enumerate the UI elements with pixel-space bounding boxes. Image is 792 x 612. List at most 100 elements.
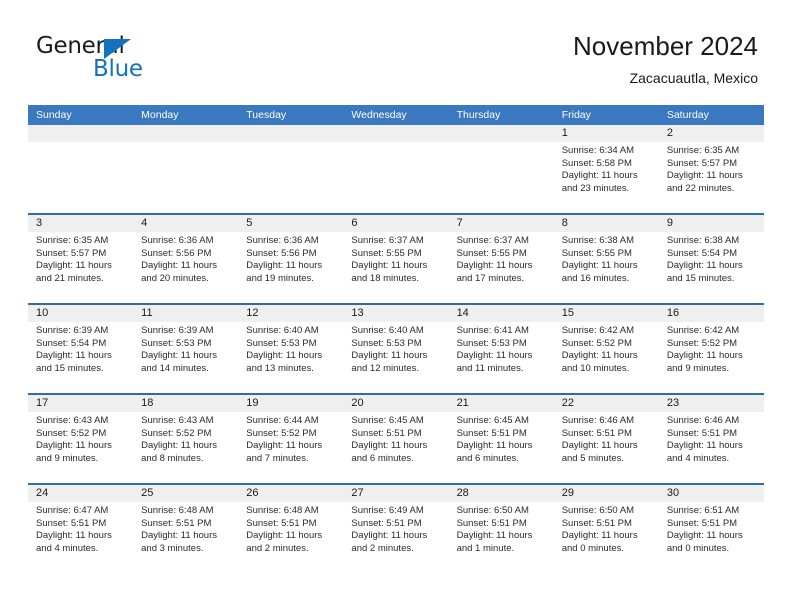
day-cell[interactable]: 14 Sunrise: 6:41 AM Sunset: 5:53 PM Dayligh…: [449, 305, 554, 393]
day-cell[interactable]: 11 Sunrise: 6:39 AM Sunset: 5:53 PM Dayligh…: [133, 305, 238, 393]
day-cell[interactable]: 23 Sunrise: 6:46 AM Sunset: 5:51 PM Dayligh…: [659, 395, 764, 483]
day-cell[interactable]: 7 Sunrise: 6:37 AM Sunset: 5:55 PM Daylight…: [449, 215, 554, 303]
day-cell[interactable]: 28 Sunrise: 6:50 AM Sunset: 5:51 PM Dayligh…: [449, 485, 554, 573]
daylight-text: Daylight: 11 hours: [561, 170, 638, 182]
day-details: Sunrise: 6:38 AM Sunset: 5:55 PM Daylight:…: [562, 235, 651, 285]
day-number: 2: [666, 127, 673, 139]
day-details: Sunrise: 6:35 AM Sunset: 5:57 PM Daylight:…: [667, 145, 756, 195]
day-cell[interactable]: 30 Sunrise: 6:51 AM Sunset: 5:51 PM Dayligh…: [659, 485, 764, 573]
daylight-text: Daylight: 11 hours: [666, 530, 743, 542]
day-details: Sunrise: 6:37 AM Sunset: 5:55 PM Daylight:…: [351, 235, 440, 285]
page-title: November 2024: [573, 31, 758, 61]
day-cell[interactable]: 4 Sunrise: 6:36 AM Sunset: 5:56 PM Daylight…: [133, 215, 238, 303]
sunrise-text: Sunrise: 6:50 AM: [456, 505, 529, 516]
day-cell[interactable]: 6 Sunrise: 6:37 AM Sunset: 5:55 PM Daylight…: [343, 215, 448, 303]
daylight-text-cont: and 12 minutes.: [351, 362, 420, 374]
day-cell-empty: [28, 125, 133, 213]
daylight-text-cont: and 5 minutes.: [561, 452, 625, 464]
day-cell[interactable]: 29 Sunrise: 6:50 AM Sunset: 5:51 PM Dayligh…: [554, 485, 659, 573]
day-cell[interactable]: 21 Sunrise: 6:45 AM Sunset: 5:51 PM Dayligh…: [449, 395, 554, 483]
day-details: Sunrise: 6:40 AM Sunset: 5:53 PM Daylight:…: [246, 325, 335, 375]
sunrise-text: Sunrise: 6:38 AM: [561, 235, 635, 246]
sunrise-text: Sunrise: 6:40 AM: [246, 325, 319, 336]
sunset-text: Sunset: 5:51 PM: [141, 517, 212, 529]
sunset-text: Sunset: 5:51 PM: [351, 427, 422, 439]
day-details: Sunrise: 6:46 AM Sunset: 5:51 PM Daylight:…: [667, 415, 756, 465]
calendar-page: General Blue November 2024 Zacacuautla, …: [0, 0, 792, 612]
sunrise-text: Sunrise: 6:46 AM: [561, 415, 635, 426]
day-cell[interactable]: 15 Sunrise: 6:42 AM Sunset: 5:52 PM Dayligh…: [554, 305, 659, 393]
calendar-week-row: 17 Sunrise: 6:43 AM Sunset: 5:52 PM Dayligh…: [28, 393, 764, 483]
daylight-text-cont: and 1 minute.: [456, 542, 515, 554]
sunrise-text: Sunrise: 6:38 AM: [666, 235, 740, 246]
daylight-text-cont: and 22 minutes.: [666, 182, 735, 194]
day-cell[interactable]: 8 Sunrise: 6:38 AM Sunset: 5:55 PM Daylight…: [554, 215, 659, 303]
day-cell[interactable]: 20 Sunrise: 6:45 AM Sunset: 5:51 PM Dayligh…: [343, 395, 448, 483]
day-cell[interactable]: 5 Sunrise: 6:36 AM Sunset: 5:56 PM Daylight…: [238, 215, 343, 303]
sunset-text: Sunset: 5:51 PM: [246, 517, 317, 529]
sunset-text: Sunset: 5:51 PM: [666, 517, 738, 529]
daylight-text: Daylight: 11 hours: [666, 440, 743, 452]
day-cell[interactable]: 19 Sunrise: 6:44 AM Sunset: 5:52 PM Dayligh…: [238, 395, 343, 483]
day-cell[interactable]: 26 Sunrise: 6:48 AM Sunset: 5:51 PM Dayligh…: [238, 485, 343, 573]
weekday-header-sunday: Sunday: [36, 109, 72, 121]
daylight-text-cont: and 15 minutes.: [36, 362, 104, 374]
sunrise-text: Sunrise: 6:43 AM: [36, 415, 109, 426]
daylight-text-cont: and 4 minutes.: [36, 542, 99, 554]
calendar-week-row: 1 Sunrise: 6:34 AM Sunset: 5:58 PM Daylight…: [28, 125, 764, 213]
day-number: 24: [36, 487, 49, 499]
daylight-text: Daylight: 11 hours: [456, 530, 533, 542]
sunset-text: Sunset: 5:56 PM: [141, 247, 212, 259]
day-details: Sunrise: 6:44 AM Sunset: 5:52 PM Daylight:…: [246, 415, 335, 465]
day-cell[interactable]: 25 Sunrise: 6:48 AM Sunset: 5:51 PM Dayligh…: [133, 485, 238, 573]
page-header: General Blue November 2024 Zacacuautla, …: [0, 0, 792, 100]
day-number: 3: [36, 217, 43, 229]
sunrise-text: Sunrise: 6:44 AM: [246, 415, 319, 426]
sunset-text: Sunset: 5:51 PM: [666, 427, 738, 439]
day-cell[interactable]: 13 Sunrise: 6:40 AM Sunset: 5:53 PM Dayligh…: [343, 305, 448, 393]
day-number: 23: [666, 397, 680, 409]
day-number: 16: [666, 307, 680, 319]
day-cell[interactable]: 22 Sunrise: 6:46 AM Sunset: 5:51 PM Dayligh…: [554, 395, 659, 483]
day-cell[interactable]: 18 Sunrise: 6:43 AM Sunset: 5:52 PM Dayligh…: [133, 395, 238, 483]
sunset-text: Sunset: 5:54 PM: [36, 337, 107, 349]
logo-general-blue[interactable]: General Blue: [36, 33, 236, 85]
daylight-text-cont: and 9 minutes.: [36, 452, 99, 464]
sunrise-text: Sunrise: 6:49 AM: [351, 505, 424, 516]
day-cell[interactable]: 9 Sunrise: 6:38 AM Sunset: 5:54 PM Daylight…: [659, 215, 764, 303]
calendar-week-row: 10 Sunrise: 6:39 AM Sunset: 5:54 PM Dayligh…: [28, 303, 764, 393]
sunset-text: Sunset: 5:51 PM: [351, 517, 422, 529]
daylight-text-cont: and 13 minutes.: [246, 362, 314, 374]
sunrise-text: Sunrise: 6:35 AM: [36, 235, 109, 246]
sunset-text: Sunset: 5:52 PM: [666, 337, 738, 349]
daylight-text: Daylight: 11 hours: [456, 260, 533, 272]
day-cell[interactable]: 1 Sunrise: 6:34 AM Sunset: 5:58 PM Daylight…: [554, 125, 659, 213]
day-cell[interactable]: 27 Sunrise: 6:49 AM Sunset: 5:51 PM Dayligh…: [343, 485, 448, 573]
page-subtitle: Zacacuautla, Mexico: [629, 70, 758, 86]
day-cell[interactable]: 3 Sunrise: 6:35 AM Sunset: 5:57 PM Daylight…: [28, 215, 133, 303]
day-cell[interactable]: 12 Sunrise: 6:40 AM Sunset: 5:53 PM Dayligh…: [238, 305, 343, 393]
sunset-text: Sunset: 5:53 PM: [456, 337, 527, 349]
week-cells: 3 Sunrise: 6:35 AM Sunset: 5:57 PM Daylight…: [28, 215, 764, 303]
sunset-text: Sunset: 5:52 PM: [561, 337, 632, 349]
daylight-text-cont: and 23 minutes.: [561, 182, 630, 194]
sunrise-text: Sunrise: 6:48 AM: [246, 505, 319, 516]
day-cell[interactable]: 10 Sunrise: 6:39 AM Sunset: 5:54 PM Dayligh…: [28, 305, 133, 393]
sunrise-text: Sunrise: 6:47 AM: [36, 505, 109, 516]
day-details: Sunrise: 6:42 AM Sunset: 5:52 PM Daylight:…: [562, 325, 651, 375]
sunrise-text: Sunrise: 6:35 AM: [666, 145, 740, 156]
day-details: Sunrise: 6:38 AM Sunset: 5:54 PM Daylight:…: [667, 235, 756, 285]
day-cell[interactable]: 17 Sunrise: 6:43 AM Sunset: 5:52 PM Dayligh…: [28, 395, 133, 483]
daylight-text-cont: and 18 minutes.: [351, 272, 420, 284]
daylight-text: Daylight: 11 hours: [141, 440, 218, 452]
sunrise-text: Sunrise: 6:48 AM: [141, 505, 214, 516]
daylight-text-cont: and 2 minutes.: [351, 542, 414, 554]
day-cell[interactable]: 16 Sunrise: 6:42 AM Sunset: 5:52 PM Dayligh…: [659, 305, 764, 393]
day-cell[interactable]: 2 Sunrise: 6:35 AM Sunset: 5:57 PM Daylight…: [659, 125, 764, 213]
day-number: 8: [561, 217, 568, 229]
daylight-text: Daylight: 11 hours: [561, 260, 638, 272]
daylight-text-cont: and 19 minutes.: [246, 272, 314, 284]
day-cell[interactable]: 24 Sunrise: 6:47 AM Sunset: 5:51 PM Dayligh…: [28, 485, 133, 573]
day-number: 22: [561, 397, 574, 409]
day-details: Sunrise: 6:51 AM Sunset: 5:51 PM Daylight:…: [667, 505, 756, 555]
